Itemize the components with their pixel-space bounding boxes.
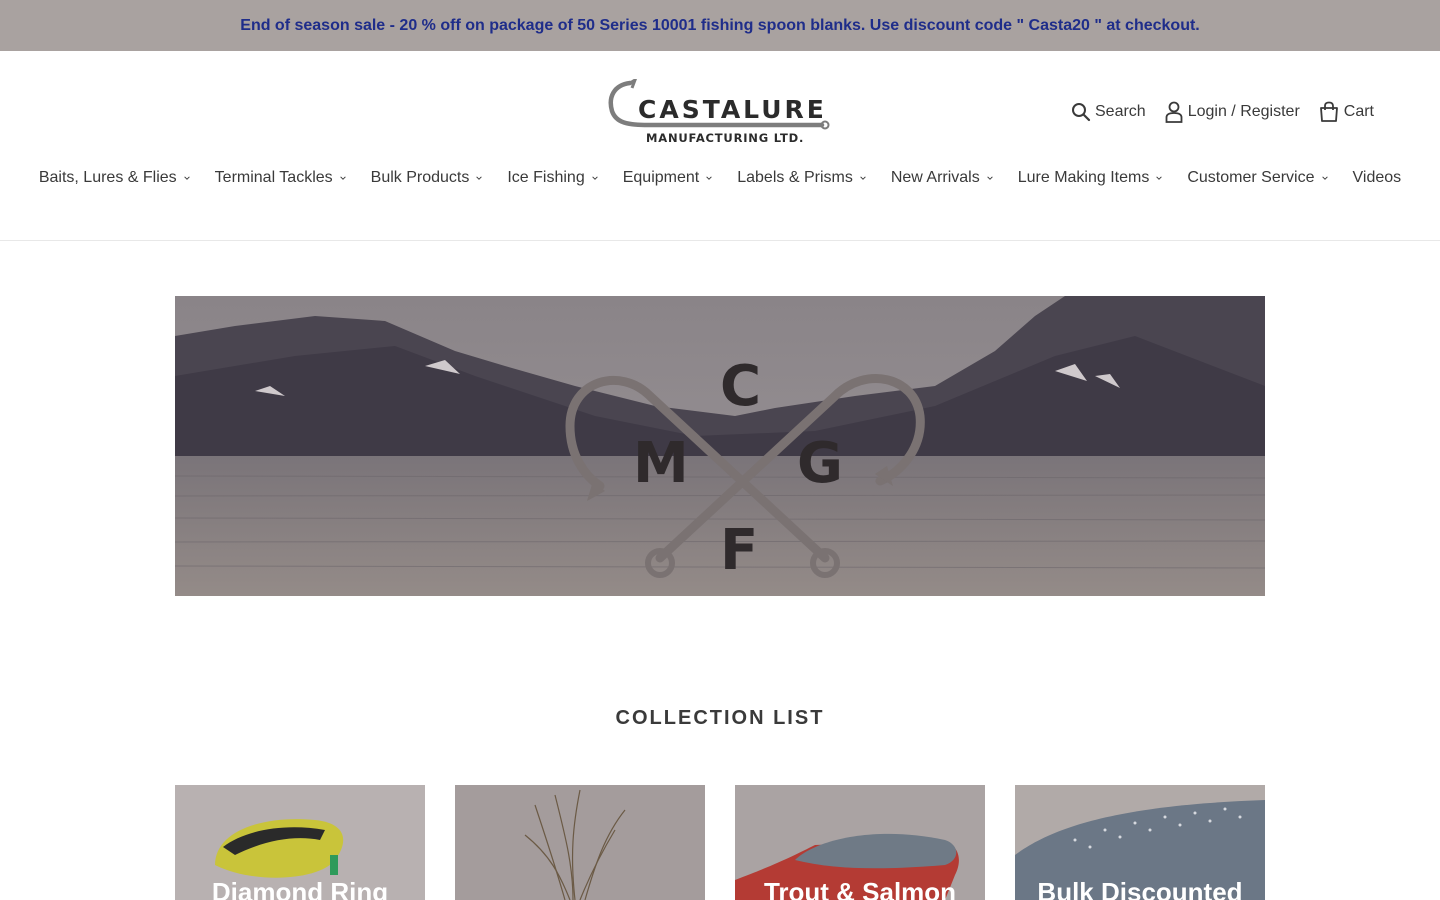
collection-card-2[interactable] xyxy=(455,785,705,900)
collection-label: Trout & Salmon xyxy=(763,877,957,900)
nav-item-label: Labels & Prisms xyxy=(737,169,853,186)
login-label: Login / Register xyxy=(1187,103,1300,120)
collection-list-title: COLLECTION LIST xyxy=(615,707,825,729)
login-link[interactable]: Login / Register xyxy=(1164,101,1300,123)
nav-item-customer-service[interactable]: Customer Service xyxy=(1175,169,1340,187)
collection-image xyxy=(455,785,705,900)
cart-icon xyxy=(1319,101,1338,122)
site-header: CASTALURE MANUFACTURING LTD. Search Logi… xyxy=(0,51,1440,241)
hero-banner: C M G F xyxy=(175,296,1265,596)
cart-label: Cart xyxy=(1343,103,1374,120)
header-links: Search Login / Register Cart xyxy=(1053,101,1374,123)
nav-item-ice-fishing[interactable]: Ice Fishing xyxy=(495,169,610,187)
nav-item-label: Ice Fishing xyxy=(507,169,585,186)
logo-name: CASTALURE xyxy=(638,95,827,124)
nav-item-terminal-tackles[interactable]: Terminal Tackles xyxy=(203,169,359,187)
nav-item-label: Terminal Tackles xyxy=(214,169,333,186)
nav-item-label: Lure Making Items xyxy=(1017,169,1150,186)
nav-item-labels-prisms[interactable]: Labels & Prisms xyxy=(725,169,879,187)
chevron-down-icon xyxy=(476,176,483,180)
nav-item-label: New Arrivals xyxy=(890,169,980,186)
cart-link[interactable]: Cart xyxy=(1318,101,1374,123)
collection-card-diamond-ring[interactable]: Diamond Ring xyxy=(175,785,425,900)
monogram-letter-left: M xyxy=(633,431,689,496)
collection-label: Diamond Ring xyxy=(211,877,389,900)
chevron-down-icon xyxy=(860,176,866,180)
chevron-down-icon xyxy=(986,176,993,180)
chevron-down-icon xyxy=(183,176,190,180)
chevron-down-icon xyxy=(591,176,598,180)
chevron-down-icon xyxy=(706,176,712,180)
monogram-letter-bottom: F xyxy=(720,518,759,583)
nav-item-new-arrivals[interactable]: New Arrivals xyxy=(879,169,1006,187)
search-label: Search xyxy=(1095,103,1146,120)
search-link[interactable]: Search xyxy=(1071,102,1146,122)
chevron-down-icon xyxy=(1321,176,1328,180)
collection-card-trout-salmon[interactable]: Trout & Salmon xyxy=(735,785,985,900)
main-nav: Baits, Lures & Flies Terminal Tackles Bu… xyxy=(0,169,1440,187)
nav-item-label: Equipment xyxy=(622,169,700,186)
chevron-down-icon xyxy=(339,176,346,180)
logo-subtitle: MANUFACTURING LTD. xyxy=(646,131,805,145)
monogram-letter-top: C xyxy=(720,354,762,419)
search-icon xyxy=(1072,103,1091,122)
nav-item-label: Baits, Lures & Flies xyxy=(38,169,177,186)
nav-item-bulk-products[interactable]: Bulk Products xyxy=(359,169,496,187)
nav-item-label: Customer Service xyxy=(1187,169,1315,186)
nav-item-videos[interactable]: Videos xyxy=(1341,169,1414,187)
nav-item-label: Videos xyxy=(1352,169,1402,186)
user-icon xyxy=(1165,101,1183,123)
monogram-letter-right: G xyxy=(797,431,843,496)
nav-item-equipment[interactable]: Equipment xyxy=(611,169,726,187)
announcement-text: End of season sale - 20 % off on package… xyxy=(240,16,1200,34)
nav-item-lure-making-items[interactable]: Lure Making Items xyxy=(1006,169,1176,187)
announcement-bar: End of season sale - 20 % off on package… xyxy=(0,0,1440,51)
nav-item-label: Bulk Products xyxy=(370,169,470,186)
collection-label: Bulk Discounted xyxy=(1037,877,1243,900)
chevron-down-icon xyxy=(1156,176,1163,180)
nav-item-baits[interactable]: Baits, Lures & Flies xyxy=(27,169,203,187)
collection-card-bulk-discounted[interactable]: Bulk Discounted xyxy=(1015,785,1265,900)
site-logo[interactable]: CASTALURE MANUFACTURING LTD. xyxy=(608,79,832,147)
